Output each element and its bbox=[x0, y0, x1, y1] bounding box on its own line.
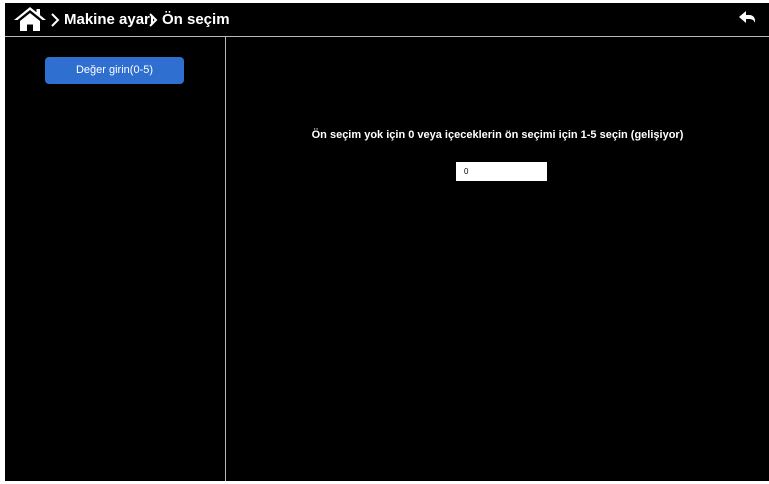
top-bar: Makine ayarı Ön seçim bbox=[5, 3, 769, 37]
enter-value-button[interactable]: Değer girin(0-5) bbox=[45, 57, 184, 84]
breadcrumb-label: Ön seçim bbox=[162, 11, 230, 28]
back-arrow-icon bbox=[739, 11, 756, 23]
home-button[interactable] bbox=[13, 6, 47, 32]
home-icon bbox=[14, 7, 46, 31]
breadcrumb-item-machine-settings[interactable]: Makine ayarı bbox=[50, 3, 154, 36]
back-button[interactable] bbox=[739, 11, 757, 27]
screen: Makine ayarı Ön seçim Değer girin(0-5) Ö… bbox=[5, 3, 769, 481]
instruction-text: Ön seçim yok için 0 veya içeceklerin ön … bbox=[311, 129, 684, 141]
breadcrumb-label: Makine ayarı bbox=[64, 11, 155, 28]
chevron-right-icon bbox=[51, 12, 60, 27]
chevron-right-icon bbox=[149, 12, 158, 27]
sidebar: Değer girin(0-5) bbox=[5, 37, 226, 481]
breadcrumb-item-preselection: Ön seçim bbox=[148, 3, 230, 36]
main-content: Ön seçim yok için 0 veya içeceklerin ön … bbox=[226, 37, 769, 481]
preselection-value-input[interactable] bbox=[456, 162, 547, 181]
